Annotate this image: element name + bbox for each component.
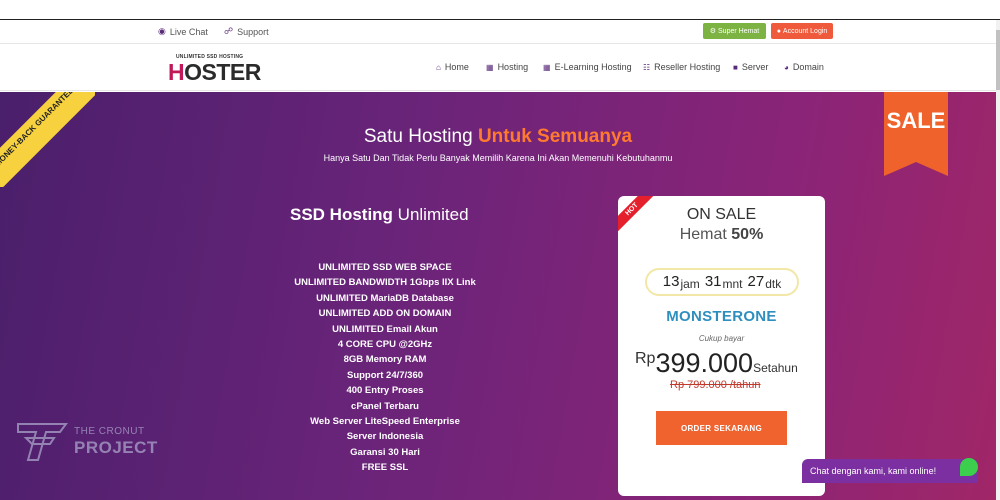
- grid-icon: ▦: [486, 62, 494, 72]
- nav-item-label: E-Learning Hosting: [554, 62, 632, 72]
- account-login-button[interactable]: ● Account Login: [771, 23, 833, 39]
- sale-badge: SALE: [884, 92, 948, 176]
- server-icon: ■: [733, 62, 738, 72]
- nav-item-label: Hosting: [497, 62, 529, 72]
- pay-label: Cukup bayar: [698, 334, 745, 343]
- feature-item: cPanel Terbaru: [351, 400, 419, 412]
- scrollbar-thumb[interactable]: [996, 30, 1000, 90]
- logo-wordmark: HOSTER: [168, 59, 261, 85]
- home-icon: ⌂: [436, 62, 441, 72]
- timer-seconds: 27dtk: [747, 273, 782, 291]
- gear-icon: ⚙: [709, 28, 717, 35]
- grid-icon: ▦: [543, 62, 551, 72]
- chat-widget-label: Chat dengan kami, kami online!: [810, 466, 937, 476]
- watermark: THE CRONUT PROJECT: [16, 420, 161, 470]
- headset-icon: ☍: [224, 26, 234, 36]
- on-sale-label: ON SALE: [686, 206, 757, 223]
- feature-item: UNLIMITED ADD ON DOMAIN: [318, 308, 452, 320]
- nav-item-domain[interactable]: ◕ Domain: [784, 62, 824, 72]
- feature-item: UNLIMITED BANDWIDTH 1Gbps IIX Link: [294, 277, 476, 289]
- timer-minutes: 31mnt: [704, 273, 743, 291]
- old-price: Rp 799.000 /tahun: [670, 379, 761, 391]
- discount-label: Hemat 50%: [679, 226, 764, 243]
- feature-item: UNLIMITED Email Akun: [332, 323, 438, 335]
- feature-item: Garansi 30 Hari: [350, 446, 420, 458]
- pricing-card: HOT ON SALE Hemat 50% 13jam 31mnt 27dtk …: [618, 196, 825, 496]
- nav-item-hosting[interactable]: ▦ Hosting: [486, 62, 528, 72]
- hero-subtitle: Hanya Satu Dan Tidak Perlu Banyak Memili…: [323, 153, 673, 163]
- support-label: Support: [237, 26, 269, 37]
- live-chat-link[interactable]: ◉ Live Chat: [158, 26, 208, 37]
- nav-item-label: Home: [444, 62, 469, 72]
- hero-title: Satu Hosting Untuk Semuanya: [363, 126, 633, 147]
- site-logo[interactable]: UNLIMITED SSD HOSTING HOSTER: [168, 54, 272, 85]
- watermark-logo-icon: [17, 423, 68, 461]
- feature-item: UNLIMITED SSD WEB SPACE: [318, 262, 452, 273]
- order-button[interactable]: ORDER SEKARANG: [656, 411, 787, 445]
- feature-item: Support 24/7/360: [346, 369, 424, 381]
- online-status-icon: [960, 458, 978, 476]
- nav-item-label: Server: [741, 62, 769, 72]
- nav-item-label: Reseller Hosting: [654, 62, 721, 72]
- sale-label: SALE: [886, 108, 946, 133]
- nav-item-label: Domain: [792, 62, 824, 72]
- account-login-label: Account Login: [782, 27, 828, 35]
- hero-section: MONEY-BACK GUARANTEE SALE Satu Hosting U…: [0, 92, 996, 500]
- price-amount: 399.000: [655, 348, 754, 378]
- feature-list: UNLIMITED SSD WEB SPACE UNLIMITED BANDWI…: [270, 260, 500, 475]
- feature-item: FREE SSL: [361, 462, 409, 474]
- user-icon: ●: [776, 27, 781, 35]
- timer-hours: 13jam: [662, 273, 700, 291]
- feature-item: 400 Entry Proses: [346, 385, 424, 397]
- feature-item: 4 CORE CPU @2GHz: [337, 338, 433, 350]
- feature-item: UNLIMITED MariaDB Database: [316, 292, 454, 304]
- live-chat-label: Live Chat: [169, 26, 208, 37]
- watermark-line2: PROJECT: [74, 438, 158, 457]
- main-navbar: UNLIMITED SSD HOSTING HOSTER ⌂ Home ▦ Ho…: [0, 44, 996, 91]
- nav-item-server[interactable]: ■ Server: [733, 62, 768, 72]
- watermark-line1: THE CRONUT: [74, 426, 145, 437]
- countdown-timer: 13jam 31mnt 27dtk: [645, 268, 799, 296]
- price: Rp399.000Setahun: [635, 348, 815, 379]
- page-scrollbar[interactable]: [996, 20, 1000, 500]
- plan-name: MONSTERONE: [666, 308, 777, 325]
- feature-item: 8GB Memory RAM: [343, 354, 427, 366]
- nav-item-reseller[interactable]: ☷ Reseller Hosting: [643, 62, 720, 72]
- super-hemat-label: Super Hemat: [718, 27, 760, 35]
- sitemap-icon: ☷: [643, 62, 651, 72]
- nav-item-home[interactable]: ⌂ Home: [436, 62, 469, 72]
- price-currency: Rp: [635, 350, 656, 367]
- plan-title: SSD Hosting Unlimited: [290, 205, 469, 224]
- feature-item: Web Server LiteSpeed Enterprise: [310, 415, 460, 427]
- globe-icon: ◕: [784, 62, 789, 72]
- top-bar: ◉ Live Chat ☍ Support ⚙ Super Hemat ● Ac…: [0, 20, 996, 44]
- feature-item: Server Indonesia: [346, 431, 424, 443]
- super-hemat-button[interactable]: ⚙ Super Hemat: [703, 23, 766, 39]
- nav-item-elearning[interactable]: ▦ E-Learning Hosting: [543, 62, 632, 72]
- chat-icon: ◉: [158, 26, 166, 36]
- support-link[interactable]: ☍ Support: [224, 26, 269, 37]
- chat-widget[interactable]: Chat dengan kami, kami online!: [802, 459, 978, 483]
- price-period: Setahun: [753, 361, 798, 375]
